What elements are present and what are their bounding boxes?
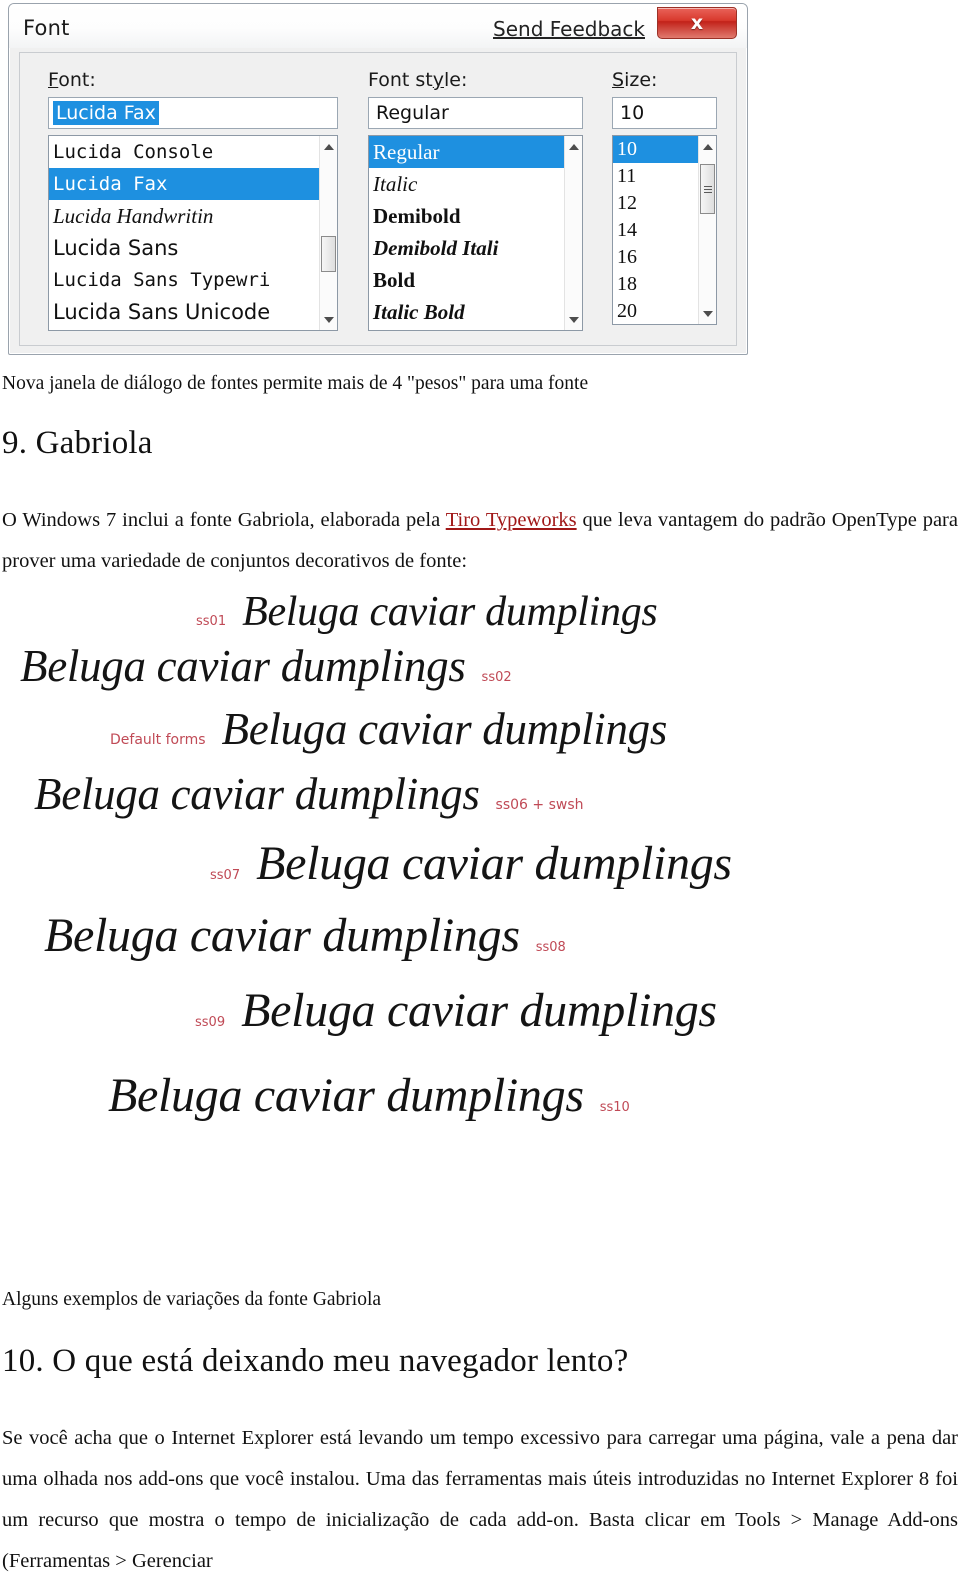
list-item[interactable]: Demibold [369, 200, 565, 232]
font-list-scrollbar[interactable] [319, 136, 337, 330]
scroll-down-icon[interactable] [565, 311, 582, 328]
list-item[interactable]: Italic [369, 168, 565, 200]
font-style-input-value: Regular [376, 102, 449, 124]
scrollbar-thumb[interactable] [700, 164, 715, 214]
font-style-column: Font style: Regular Regular Italic Demib… [368, 69, 583, 331]
gabriola-tag: Default forms [110, 732, 206, 748]
gabriola-tag: ss08 [535, 940, 566, 955]
list-item[interactable]: Lucida Handwritin [49, 200, 320, 232]
gabriola-tag: ss10 [599, 1100, 630, 1115]
list-item[interactable]: Lucida Sans [49, 232, 320, 264]
gabriola-tag: ss01 [196, 614, 227, 629]
tiro-typeworks-link[interactable]: Tiro Typeworks [446, 509, 577, 531]
send-feedback-link[interactable]: Send Feedback [493, 17, 645, 41]
list-item[interactable]: 18 [613, 271, 699, 298]
size-list-items: 10 11 12 14 16 18 20 [613, 136, 699, 324]
gabriola-specimen-image: ss01 Beluga caviar dumplings Beluga cavi… [0, 578, 850, 1268]
gabriola-sample-text: Beluga caviar dumplings [44, 909, 520, 962]
gabriola-sample-row: ss09 Beluga caviar dumplings [195, 983, 717, 1038]
list-item[interactable]: Bold [369, 264, 565, 296]
gabriola-sample-text: Beluga caviar dumplings [221, 704, 668, 754]
scroll-down-icon[interactable] [320, 311, 337, 328]
size-column: Size: 10 10 11 12 14 16 18 20 [612, 69, 717, 325]
list-item[interactable]: 10 [613, 136, 699, 163]
size-label-rest: ize: [624, 69, 658, 91]
list-item[interactable]: 14 [613, 217, 699, 244]
gabriola-sample-row: Default forms Beluga caviar dumplings [110, 703, 667, 755]
list-item[interactable]: Regular [369, 136, 565, 168]
gabriola-tag: ss09 [195, 1015, 226, 1030]
size-list-scrollbar[interactable] [698, 136, 716, 324]
caption-gabriola: Alguns exemplos de variações da fonte Ga… [2, 1289, 382, 1310]
list-item[interactable]: Italic Bold [369, 296, 565, 328]
dialog-titlebar: Font Send Feedback x [9, 4, 747, 48]
size-label-accesskey: S [612, 69, 625, 91]
gabriola-sample-text: Beluga caviar dumplings [108, 1069, 584, 1122]
list-item[interactable]: Lucida Fax [49, 168, 320, 200]
font-input-value: Lucida Fax [53, 101, 159, 125]
gabriola-sample-text: Beluga caviar dumplings [34, 769, 480, 819]
para-gabriola-part-a: O Windows 7 inclui a fonte Gabriola, ela… [2, 509, 446, 531]
gabriola-sample-text: Beluga caviar dumplings [256, 837, 732, 890]
gabriola-sample-row: Beluga caviar dumplings ss02 [20, 640, 512, 692]
font-column: Font: Lucida Fax Lucida Console Lucida F… [48, 69, 338, 331]
scroll-up-icon[interactable] [565, 138, 582, 155]
size-input-value: 10 [620, 102, 645, 124]
gabriola-tag: ss07 [210, 868, 241, 883]
list-item[interactable]: Lucida Sans Unicode [49, 296, 320, 328]
gabriola-sample-row: ss07 Beluga caviar dumplings [210, 836, 732, 891]
close-button[interactable]: x [657, 7, 737, 39]
list-item[interactable]: Lucida Sans Typewri [49, 264, 320, 296]
gabriola-sample-text: Beluga caviar dumplings [20, 641, 466, 691]
list-item[interactable]: 11 [613, 163, 699, 190]
font-style-input[interactable]: Regular [368, 97, 583, 129]
font-style-label-pre: Font st [368, 69, 433, 91]
gabriola-tag: ss06 + swsh [495, 797, 584, 813]
font-style-label-post: le: [444, 69, 468, 91]
paragraph-browser-slow: Se você acha que o Internet Explorer est… [2, 1427, 958, 1572]
gabriola-tag: ss02 [481, 670, 512, 685]
list-item[interactable]: Demibold Itali [369, 232, 565, 264]
list-item[interactable]: 16 [613, 244, 699, 271]
list-item[interactable]: 12 [613, 190, 699, 217]
font-listbox[interactable]: Lucida Console Lucida Fax Lucida Handwri… [48, 135, 338, 331]
dialog-title: Font [23, 16, 70, 40]
font-style-label: Font style: [368, 69, 583, 91]
font-list-items: Lucida Console Lucida Fax Lucida Handwri… [49, 136, 320, 330]
heading-gabriola: 9. Gabriola [2, 425, 153, 461]
font-dialog: Font Send Feedback x Font: Lucida Fax Lu… [8, 3, 748, 355]
scroll-up-icon[interactable] [699, 138, 716, 155]
font-label: Font: [48, 69, 338, 91]
size-listbox[interactable]: 10 11 12 14 16 18 20 [612, 135, 717, 325]
paragraph-gabriola: O Windows 7 inclui a fonte Gabriola, ela… [2, 500, 958, 582]
scroll-down-icon[interactable] [699, 305, 716, 322]
gabriola-sample-text: Beluga caviar dumplings [242, 589, 658, 635]
scrollbar-thumb[interactable] [321, 236, 336, 272]
gabriola-sample-text: Beluga caviar dumplings [241, 984, 717, 1037]
font-style-list-items: Regular Italic Demibold Demibold Itali B… [369, 136, 565, 330]
gabriola-sample-row: ss01 Beluga caviar dumplings [196, 588, 658, 636]
font-style-listbox[interactable]: Regular Italic Demibold Demibold Itali B… [368, 135, 583, 331]
size-label: Size: [612, 69, 717, 91]
font-style-label-accesskey: y [432, 69, 445, 91]
font-style-list-scrollbar[interactable] [564, 136, 582, 330]
scroll-up-icon[interactable] [320, 138, 337, 155]
font-label-accesskey: F [48, 69, 59, 91]
dialog-body: Font: Lucida Fax Lucida Console Lucida F… [19, 52, 737, 346]
list-item[interactable]: 20 [613, 298, 699, 324]
list-item[interactable]: Lucida Console [49, 136, 320, 168]
size-input[interactable]: 10 [612, 97, 717, 129]
font-label-rest: ont: [58, 69, 96, 91]
close-icon: x [690, 11, 704, 34]
font-input[interactable]: Lucida Fax [48, 97, 338, 129]
gabriola-sample-row: Beluga caviar dumplings ss08 [44, 908, 566, 963]
gabriola-sample-row: Beluga caviar dumplings ss10 [108, 1068, 630, 1123]
caption-font-dialog: Nova janela de diálogo de fontes permite… [2, 373, 589, 394]
gabriola-sample-row: Beluga caviar dumplings ss06 + swsh [34, 768, 584, 820]
heading-browser-slow: 10. O que está deixando meu navegador le… [2, 1343, 629, 1379]
